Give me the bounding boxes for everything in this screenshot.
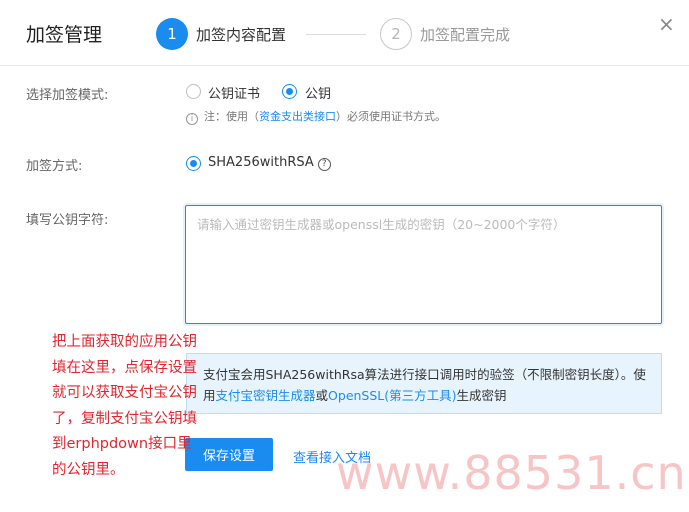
help-icon[interactable]: ? — [317, 158, 331, 171]
annotation-line: 了，复制支付宝公钥填 — [52, 410, 197, 427]
sha256-text: SHA256withRSA — [208, 155, 314, 170]
info-icon: i — [186, 113, 198, 125]
step-connector — [306, 34, 366, 35]
step-1-label: 加签内容配置 — [196, 26, 287, 44]
info-text-2: 或 — [315, 388, 329, 403]
step-2-label: 加签配置完成 — [420, 26, 511, 44]
public-key-input[interactable] — [185, 205, 662, 324]
step-1-indicator: 1 — [156, 18, 188, 50]
dialog-header: 加签管理 1 加签内容配置 2 加签配置完成 × — [0, 0, 689, 66]
dialog-title: 加签管理 — [26, 24, 103, 46]
option-public-key[interactable]: 公钥 — [305, 83, 331, 102]
option-sha256[interactable]: SHA256withRSA? — [208, 155, 331, 171]
annotation-line: 到erphpdown接口里 — [52, 436, 192, 453]
info-text-3: 生成密钥 — [456, 388, 507, 403]
option-public-key-cert[interactable]: 公钥证书 — [208, 83, 260, 102]
public-key-label: 填写公钥字符: — [26, 213, 109, 228]
step-2-indicator: 2 — [380, 18, 412, 50]
annotation-line: 就可以获取支付宝公钥 — [52, 385, 197, 402]
fund-api-link[interactable]: 资金支出类接口 — [259, 110, 336, 123]
annotation-line: 把上面获取的应用公钥 — [52, 334, 197, 350]
mode-note: i 注：使用（资金支出类接口）必须使用证书方式。 — [186, 108, 446, 125]
note-prefix: 注：使用（ — [204, 110, 259, 123]
openssl-link[interactable]: OpenSSL(第三方工具) — [328, 388, 456, 403]
annotation-text: 把上面获取的应用公钥 填在这里，点保存设置 就可以获取支付宝公钥 了，复制支付宝… — [52, 330, 242, 484]
close-icon[interactable]: × — [658, 12, 675, 36]
annotation-line: 填在这里，点保存设置 — [52, 359, 197, 376]
radio-public-key-cert[interactable] — [186, 84, 201, 99]
note-suffix: ）必须使用证书方式。 — [336, 110, 446, 123]
radio-public-key[interactable] — [282, 84, 297, 99]
watermark: www.88531.cn — [336, 446, 687, 500]
mode-label: 选择加签模式: — [26, 88, 109, 103]
annotation-line: 的公钥里。 — [52, 461, 125, 478]
radio-sha256[interactable] — [186, 156, 201, 171]
info-box: 支付宝会用SHA256withRsa算法进行接口调用时的验签（不限制密钥长度）。… — [186, 353, 662, 414]
sign-method-label: 加签方式: — [26, 159, 83, 174]
